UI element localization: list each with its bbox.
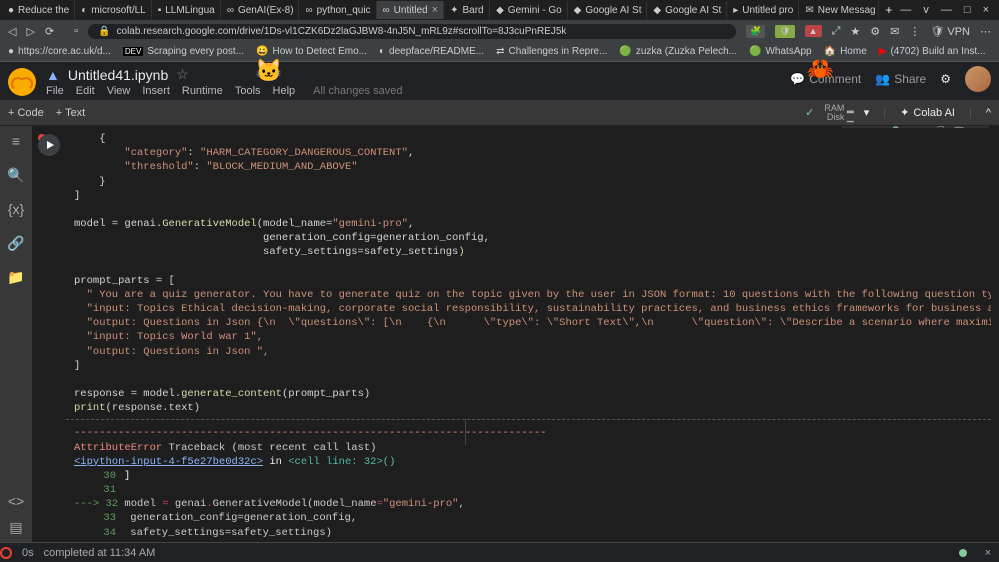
nav-menu[interactable]: ⋯: [980, 25, 991, 38]
code-snippets-icon[interactable]: <>: [7, 492, 25, 510]
code-cell[interactable]: ↑ ↓ ⊕ 🔗 ✎ ⚙ ⎘ 🗑 ⋮ { "category": "HARM_CA…: [40, 128, 991, 562]
reload-button[interactable]: ⟳: [45, 25, 54, 38]
status-duration: 0s: [22, 547, 34, 559]
window-min2-icon[interactable]: —: [941, 4, 952, 16]
ext-2-icon[interactable]: 🛡: [775, 25, 794, 38]
tab-5-active[interactable]: ∞Untitled×: [377, 1, 445, 19]
bookmark-8[interactable]: ▶(4702) Build an Inst...: [879, 46, 986, 57]
menu-view[interactable]: View: [107, 85, 131, 97]
window-dropdown-icon[interactable]: v: [923, 4, 929, 16]
save-status: All changes saved: [313, 85, 402, 97]
status-bar: 0s completed at 11:34 AM ×: [0, 542, 999, 562]
colab-header: ▲ Untitled41.ipynb ☆ File Edit View Inse…: [0, 62, 999, 100]
resource-meter[interactable]: RAM ▂ Disk ▁: [824, 104, 853, 122]
bookmark-3[interactable]: ◐deepface/README...: [379, 46, 484, 57]
notebook-content: ↑ ↓ ⊕ 🔗 ✎ ⚙ ⎘ 🗑 ⋮ { "category": "HARM_CA…: [32, 126, 999, 562]
menu-runtime[interactable]: Runtime: [182, 85, 223, 97]
tab-4[interactable]: ∞python_quic: [299, 1, 376, 19]
toc-icon[interactable]: ≡: [7, 132, 25, 150]
tab-3[interactable]: ∞GenAI(Ex-8): [221, 1, 300, 19]
collapse-icon[interactable]: ^: [986, 107, 991, 119]
bookmark-1[interactable]: DEVScraping every post...: [123, 46, 244, 57]
bookmark-6[interactable]: 🟢WhatsApp: [749, 46, 812, 57]
drive-icon: ▲: [46, 67, 60, 83]
toolbar: + Code + Text ✓ RAM ▂ Disk ▁ ▾ | ✦ Colab…: [0, 100, 999, 126]
error-name: AttributeError: [74, 442, 162, 454]
tab-8[interactable]: ◆Google AI St: [568, 1, 648, 19]
status-message: completed at 11:34 AM: [44, 547, 156, 559]
secrets-icon[interactable]: 🔗: [7, 234, 25, 252]
share-button[interactable]: 👥 Share: [875, 72, 926, 86]
search-icon[interactable]: 🔍: [7, 166, 25, 184]
tab-6[interactable]: ✦Bard: [444, 1, 490, 19]
runtime-dropdown[interactable]: ▾: [864, 106, 870, 119]
ext-1-icon[interactable]: 🧩: [746, 25, 765, 38]
status-check-icon: ✓: [805, 106, 814, 119]
ext-3-icon[interactable]: ▲: [805, 25, 822, 37]
tab-close-icon[interactable]: ×: [432, 4, 438, 16]
nav-r2[interactable]: ⚙: [870, 25, 880, 38]
window-min-icon[interactable]: —: [900, 4, 911, 16]
nav-r3[interactable]: ✉: [890, 25, 899, 38]
bookmark-0[interactable]: ●https://core.ac.uk/d...: [8, 46, 111, 57]
nav-r1[interactable]: ★: [850, 25, 860, 38]
terminal-icon[interactable]: ▤: [7, 518, 25, 536]
tab-11[interactable]: ✉New Messag: [799, 1, 879, 19]
nav-bar: ◁ ▷ ⟳ ▫ 🔒 colab.research.google.com/driv…: [0, 20, 999, 42]
cell-output: ----------------------------------------…: [66, 419, 991, 562]
code-editor[interactable]: { "category": "HARM_CATEGORY_DANGEROUS_C…: [66, 128, 991, 419]
new-tab-button[interactable]: +: [885, 3, 892, 17]
bookmarks-bar: ●https://core.ac.uk/d... DEVScraping eve…: [0, 42, 999, 62]
files-icon[interactable]: 📁: [7, 268, 25, 286]
settings-icon[interactable]: ⚙: [940, 72, 951, 86]
run-cell-button[interactable]: [38, 134, 60, 156]
browser-tab-bar: ●Reduce the ◐microsoft/LL ▪LLMLingua ∞Ge…: [0, 0, 999, 20]
window-max-icon[interactable]: □: [964, 4, 971, 16]
menu-help[interactable]: Help: [273, 85, 296, 97]
crab-mascot-icon: 🦀: [807, 56, 834, 82]
vpn-badge[interactable]: 🛡 VPN: [930, 25, 970, 38]
lock-icon: 🔒: [98, 26, 110, 37]
variables-icon[interactable]: {x}: [7, 200, 25, 218]
add-code-button[interactable]: + Code: [8, 107, 44, 119]
menu-file[interactable]: File: [46, 85, 64, 97]
status-close-icon[interactable]: ×: [985, 547, 991, 559]
window-close-icon[interactable]: ×: [983, 4, 989, 16]
url-bar[interactable]: 🔒 colab.research.google.com/drive/1Ds-vl…: [88, 24, 736, 39]
bookmark-2[interactable]: 😀How to Detect Emo...: [256, 46, 367, 57]
bookmark-4[interactable]: ⇄Challenges in Repre...: [496, 46, 607, 57]
bookmark-5[interactable]: 🟢zuzka (Zuzka Pelech...: [619, 46, 737, 57]
corgi-mascot-icon: 🐱: [255, 58, 282, 84]
ipython-input-link[interactable]: <ipython-input-4-f5e27be0d32c>: [74, 456, 263, 468]
menu-edit[interactable]: Edit: [76, 85, 95, 97]
colab-ai-button[interactable]: ✦ Colab AI: [900, 106, 955, 119]
tab-2[interactable]: ▪LLMLingua: [152, 1, 221, 19]
nav-r0[interactable]: ⤢: [832, 25, 841, 38]
forward-button[interactable]: ▷: [26, 25, 34, 38]
colab-logo-icon[interactable]: [8, 68, 36, 96]
url-text: colab.research.google.com/drive/1Ds-vl1C…: [117, 26, 567, 37]
traceback-divider: ----------------------------------------…: [74, 426, 983, 440]
menu-insert[interactable]: Insert: [142, 85, 170, 97]
nav-r4[interactable]: ⋮: [909, 25, 920, 38]
kernel-status-icon: [959, 549, 967, 557]
notebook-title[interactable]: Untitled41.ipynb: [68, 67, 168, 83]
menu-tools[interactable]: Tools: [235, 85, 261, 97]
sidebar-bottom: <> ▤: [0, 488, 32, 540]
menu-bar: File Edit View Insert Runtime Tools Help…: [46, 85, 402, 97]
add-text-button[interactable]: + Text: [56, 107, 85, 119]
status-error-icon: [0, 547, 12, 559]
tab-0[interactable]: ●Reduce the: [2, 1, 75, 19]
tab-10[interactable]: ▸Untitled pro: [727, 1, 799, 19]
tab-1[interactable]: ◐microsoft/LL: [75, 1, 151, 19]
back-button[interactable]: ◁: [8, 25, 16, 38]
tab-7[interactable]: ◆Gemini - Go: [490, 1, 568, 19]
user-avatar[interactable]: [965, 66, 991, 92]
tab-9[interactable]: ◆Google AI St: [647, 1, 727, 19]
star-icon[interactable]: ☆: [176, 66, 189, 83]
